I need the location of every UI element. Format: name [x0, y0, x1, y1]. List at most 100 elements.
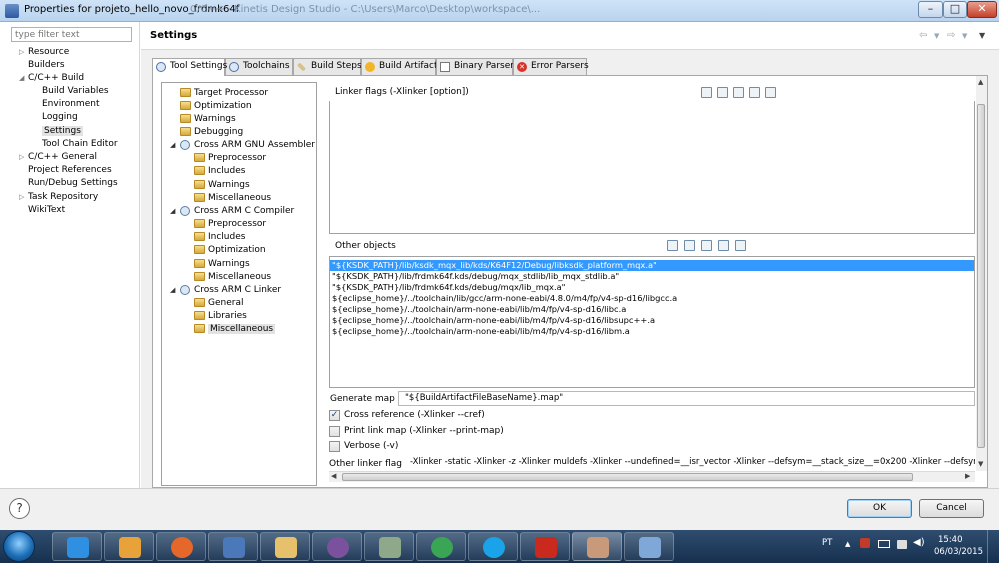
nav-item-builders[interactable]: Builders: [28, 59, 65, 71]
ok-button[interactable]: OK: [847, 499, 912, 518]
show-desktop-button[interactable]: [987, 530, 999, 563]
volume-icon[interactable]: ◀): [913, 537, 925, 548]
tree-node-cross-arm-c-compiler[interactable]: ◢ Cross ARM C Compiler: [170, 205, 294, 217]
language-indicator[interactable]: PT: [822, 538, 832, 548]
taskbar-chrome-button[interactable]: [416, 532, 466, 561]
scroll-right-icon[interactable]: ▶: [965, 472, 970, 480]
tree-node-general[interactable]: General: [194, 297, 243, 309]
nav-item-task-repository[interactable]: ▷ Task Repository: [19, 191, 98, 203]
tree-node-target-processor[interactable]: Target Processor: [180, 87, 268, 99]
taskbar-paint-button[interactable]: [624, 532, 674, 561]
maximize-button[interactable]: □: [943, 1, 967, 18]
battery-icon[interactable]: [878, 540, 890, 548]
add-icon[interactable]: [701, 87, 712, 98]
list-item[interactable]: ${eclipse_home}/../toolchain/arm-none-ea…: [332, 304, 626, 315]
tree-node-includes[interactable]: Includes: [194, 165, 245, 177]
linker-flags-list[interactable]: [329, 101, 975, 234]
collapse-icon[interactable]: ◢: [170, 284, 175, 296]
tree-node-warnings[interactable]: Warnings: [180, 113, 236, 125]
tree-node-debugging[interactable]: Debugging: [180, 126, 243, 138]
delete-icon[interactable]: [684, 240, 695, 251]
tree-node-preprocessor[interactable]: Preprocessor: [194, 218, 266, 230]
tree-node-miscellaneous[interactable]: Miscellaneous: [194, 323, 276, 335]
network-icon[interactable]: [897, 540, 907, 549]
tree-node-libraries[interactable]: Libraries: [194, 310, 247, 322]
taskbar-image-viewer-button[interactable]: [572, 532, 622, 561]
horizontal-scrollbar[interactable]: ◀ ▶: [329, 471, 975, 482]
tree-node-cross-arm-c-linker[interactable]: ◢ Cross ARM C Linker: [170, 284, 281, 296]
tree-node-warnings[interactable]: Warnings: [194, 179, 250, 191]
nav-item-wikitext[interactable]: WikiText: [28, 204, 65, 216]
list-item[interactable]: ${eclipse_home}/../toolchain/arm-none-ea…: [332, 315, 655, 326]
back-arrow-icon[interactable]: ⇦: [919, 30, 927, 41]
tree-node-optimization[interactable]: Optimization: [180, 100, 252, 112]
tree-node-preprocessor[interactable]: Preprocessor: [194, 152, 266, 164]
list-item[interactable]: "${KSDK_PATH}/lib/frdmk64f.kds/debug/mqx…: [332, 271, 619, 282]
nav-item-run-debug-settings[interactable]: Run/Debug Settings: [28, 177, 118, 189]
clock-date[interactable]: 06/03/2015: [934, 547, 983, 557]
taskbar-viber-button[interactable]: [312, 532, 362, 561]
view-menu-icon[interactable]: ▼: [979, 31, 985, 40]
edit-icon[interactable]: [701, 240, 712, 251]
nav-item-resource[interactable]: ▷ Resource: [19, 46, 69, 58]
add-icon[interactable]: [667, 240, 678, 251]
verbose-checkbox[interactable]: [329, 441, 340, 452]
nav-item-c-c-general[interactable]: ▷ C/C++ General: [19, 151, 97, 163]
flag-icon[interactable]: [860, 538, 870, 548]
taskbar-acrobat-button[interactable]: [520, 532, 570, 561]
list-item[interactable]: ${eclipse_home}/../toolchain/lib/gcc/arm…: [332, 293, 677, 304]
taskbar-firefox-button[interactable]: [156, 532, 206, 561]
other-linker-flags-field[interactable]: -Xlinker -static -Xlinker -z -Xlinker mu…: [402, 456, 975, 471]
scroll-down-icon[interactable]: ▼: [978, 460, 983, 468]
expand-icon[interactable]: ▷: [19, 191, 24, 203]
minimize-button[interactable]: –: [918, 1, 943, 18]
list-item[interactable]: ${eclipse_home}/../toolchain/arm-none-ea…: [332, 326, 630, 337]
print-link-map-checkbox[interactable]: [329, 426, 340, 437]
delete-icon[interactable]: [717, 87, 728, 98]
taskbar-file-explorer-button[interactable]: [260, 532, 310, 561]
expand-icon[interactable]: ▷: [19, 46, 24, 58]
nav-item-project-references[interactable]: Project References: [28, 164, 112, 176]
move-up-icon[interactable]: [718, 240, 729, 251]
scrollbar-thumb[interactable]: [977, 104, 985, 448]
taskbar-thunderbird-button[interactable]: [208, 532, 258, 561]
vertical-scrollbar[interactable]: ▲ ▼: [976, 76, 987, 471]
tree-node-miscellaneous[interactable]: Miscellaneous: [194, 192, 271, 204]
nav-item-environment[interactable]: Environment: [42, 98, 99, 110]
cross-reference-checkbox[interactable]: ✓: [329, 410, 340, 421]
other-objects-list[interactable]: "${KSDK_PATH}/lib/ksdk_mqx_lib/kds/K64F1…: [329, 256, 975, 388]
scrollbar-thumb[interactable]: [342, 473, 913, 481]
taskbar-skype-button[interactable]: [468, 532, 518, 561]
nav-item-build-variables[interactable]: Build Variables: [42, 85, 109, 97]
tab-error-parsers[interactable]: ✕ Error Parsers: [513, 58, 589, 75]
collapse-icon[interactable]: ◢: [170, 205, 175, 217]
tab-build-steps[interactable]: Build Steps: [293, 58, 362, 75]
tree-node-miscellaneous[interactable]: Miscellaneous: [194, 271, 271, 283]
collapse-icon[interactable]: ◢: [19, 72, 24, 84]
list-item[interactable]: "${KSDK_PATH}/lib/ksdk_mqx_lib/kds/K64F1…: [330, 260, 974, 271]
start-button[interactable]: [3, 531, 35, 562]
nav-item-settings[interactable]: Settings: [42, 125, 83, 137]
cancel-button[interactable]: Cancel: [919, 499, 984, 518]
edit-icon[interactable]: [733, 87, 744, 98]
list-item[interactable]: "${KSDK_PATH}/lib/frdmk64f.kds/debug/mqx…: [332, 282, 566, 293]
taskbar-internet-explorer-button[interactable]: [52, 532, 102, 561]
scroll-left-icon[interactable]: ◀: [331, 472, 336, 480]
help-icon[interactable]: ?: [9, 498, 30, 519]
taskbar-kinetis-design-studio-button[interactable]: [364, 532, 414, 561]
back-dropdown-icon[interactable]: ▼: [934, 32, 939, 40]
tab-tool-settings[interactable]: Tool Settings: [152, 58, 227, 76]
move-down-icon[interactable]: [735, 240, 746, 251]
tab-build-artifact[interactable]: Build Artifact: [361, 58, 438, 75]
tab-toolchains[interactable]: Toolchains: [225, 58, 293, 75]
taskbar-media-player-button[interactable]: [104, 532, 154, 561]
collapse-icon[interactable]: ◢: [170, 139, 175, 151]
move-up-icon[interactable]: [749, 87, 760, 98]
tree-node-includes[interactable]: Includes: [194, 231, 245, 243]
tree-node-warnings[interactable]: Warnings: [194, 258, 250, 270]
nav-item-c-c-build[interactable]: ◢ C/C++ Build: [19, 72, 84, 84]
filter-input[interactable]: [11, 27, 132, 42]
generate-map-field[interactable]: "${BuildArtifactFileBaseName}.map": [398, 391, 975, 406]
forward-arrow-icon[interactable]: ⇨: [947, 30, 955, 41]
forward-dropdown-icon[interactable]: ▼: [962, 32, 967, 40]
